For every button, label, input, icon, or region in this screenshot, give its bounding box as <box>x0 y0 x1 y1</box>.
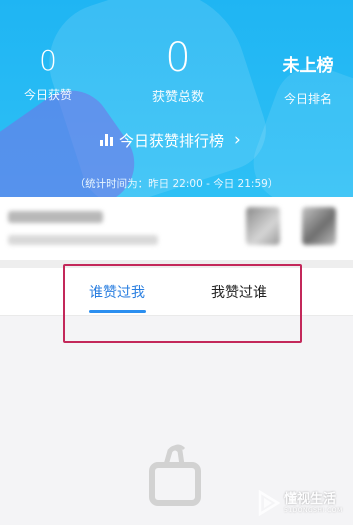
total-likes-label: 获赞总数 <box>151 90 204 105</box>
site-watermark: 懂视生活 51DONGSHI.COM <box>258 490 343 516</box>
watermark-logo-icon <box>258 490 280 516</box>
today-rank-value: 未上榜 <box>282 56 334 76</box>
tab-who-liked-me[interactable]: 谁赞过我 <box>89 282 145 302</box>
liked-user-row[interactable] <box>0 197 353 260</box>
likes-tabs: 谁赞过我 我赞过谁 <box>0 268 353 316</box>
today-rank-label: 今日排名 <box>283 92 332 106</box>
blurred-user-name <box>8 211 103 223</box>
blurred-user-detail <box>8 235 158 245</box>
watermark-subtext: 51DONGSHI.COM <box>284 506 343 514</box>
today-likes-stat: 0 今日获赞 <box>18 46 78 103</box>
watermark-text: 懂视生活 <box>284 491 337 507</box>
leaderboard-link-label: 今日获赞排行榜 <box>119 131 225 150</box>
likes-header: 0 今日获赞 0 获赞总数 未上榜 今日排名 今日获赞排行榜 › （统计时间为：… <box>0 0 353 197</box>
today-likes-count: 0 <box>39 44 57 77</box>
tab-who-i-liked[interactable]: 我赞过谁 <box>211 282 267 302</box>
avatar[interactable] <box>246 207 280 245</box>
chevron-right-icon: › <box>234 130 241 150</box>
total-likes-stat: 0 获赞总数 <box>140 36 216 105</box>
section-divider <box>0 260 353 268</box>
today-likes-label: 今日获赞 <box>23 88 72 102</box>
today-rank-stat: 未上榜 今日排名 <box>272 54 344 107</box>
statistics-time-note: （统计时间为：昨日 22:00 - 今日 21:59） <box>74 178 279 190</box>
thumbs-up-gift-icon <box>149 444 201 506</box>
total-likes-count: 0 <box>165 35 191 81</box>
active-tab-indicator <box>89 310 146 313</box>
bar-chart-icon <box>100 134 113 146</box>
today-likes-leaderboard-link[interactable]: 今日获赞排行榜 › <box>100 128 241 152</box>
avatar[interactable] <box>302 207 336 245</box>
